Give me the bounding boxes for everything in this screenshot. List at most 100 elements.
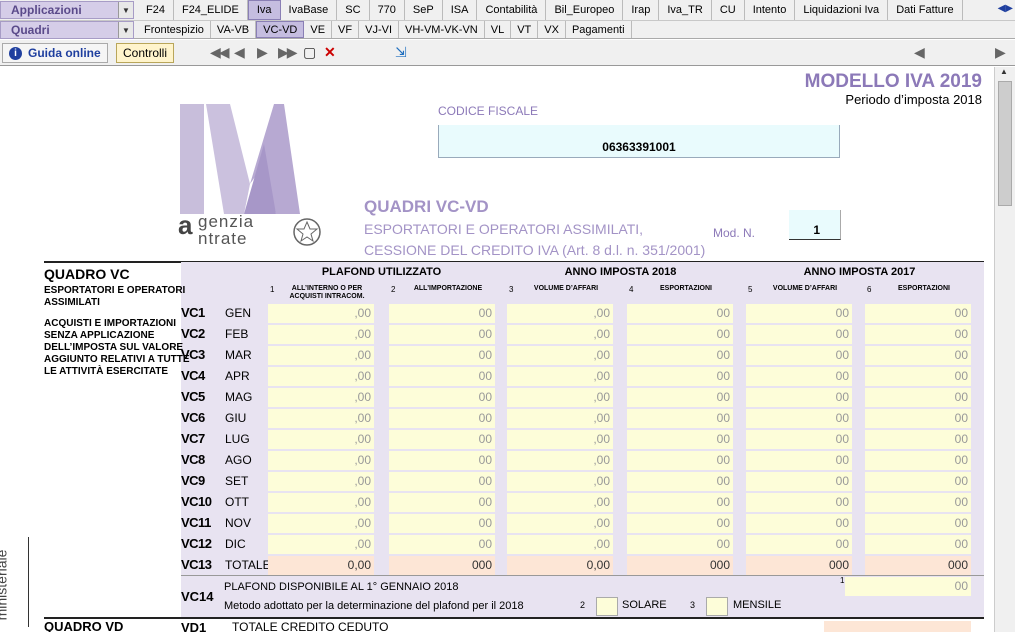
vc-cell[interactable]: 00 xyxy=(746,514,852,533)
vc-cell[interactable]: 00 xyxy=(865,493,971,512)
vc-cell[interactable]: 000 xyxy=(865,556,971,575)
vc-cell[interactable]: 00 xyxy=(627,535,733,554)
vc-cell[interactable]: 00 xyxy=(389,430,495,449)
vc-cell[interactable]: 00 xyxy=(389,409,495,428)
vc-cell[interactable]: 00 xyxy=(746,535,852,554)
vc-cell[interactable]: 00 xyxy=(865,451,971,470)
vc-cell[interactable]: 00 xyxy=(389,304,495,323)
scroll-left-icon[interactable]: ◀ xyxy=(914,44,925,61)
vc-cell[interactable]: 00 xyxy=(627,304,733,323)
tab-quadro-3[interactable]: VE xyxy=(304,21,333,38)
vc-cell[interactable]: 00 xyxy=(627,514,733,533)
tab-app-9[interactable]: Bil_Europeo xyxy=(546,0,624,20)
codice-fiscale-field[interactable]: 06363391001 xyxy=(438,125,840,158)
vc-cell[interactable]: 00 xyxy=(865,388,971,407)
vd1-value-field[interactable] xyxy=(824,621,971,632)
tab-quadro-5[interactable]: VJ-VI xyxy=(359,21,400,38)
tab-app-7[interactable]: ISA xyxy=(443,0,478,20)
prev-page-icon[interactable]: ◀ xyxy=(234,44,245,61)
vc-cell[interactable]: 00 xyxy=(746,493,852,512)
first-page-icon[interactable]: ◀◀ xyxy=(210,44,229,61)
vc-cell[interactable]: 0,00 xyxy=(268,556,374,575)
vc-cell[interactable]: 00 xyxy=(746,409,852,428)
vc-cell[interactable]: 00 xyxy=(865,430,971,449)
vc-cell[interactable]: ,00 xyxy=(268,472,374,491)
tab-app-14[interactable]: Liquidazioni Iva xyxy=(795,0,889,20)
tab-app-8[interactable]: Contabilità xyxy=(477,0,547,20)
vc-cell[interactable]: 00 xyxy=(627,493,733,512)
vc-cell[interactable]: 00 xyxy=(627,451,733,470)
vc-cell[interactable]: ,00 xyxy=(507,472,613,491)
tab-app-6[interactable]: SeP xyxy=(405,0,443,20)
scrollbar-thumb[interactable] xyxy=(998,81,1012,206)
plafond-value-field[interactable]: 00 xyxy=(845,577,971,596)
vc-cell[interactable]: 000 xyxy=(627,556,733,575)
vc-cell[interactable]: ,00 xyxy=(268,325,374,344)
vc-cell[interactable]: ,00 xyxy=(268,430,374,449)
vc-cell[interactable]: ,00 xyxy=(507,430,613,449)
vc-cell[interactable]: 0,00 xyxy=(507,556,613,575)
vc-cell[interactable]: 00 xyxy=(746,346,852,365)
vc-cell[interactable]: 00 xyxy=(746,430,852,449)
vc-cell[interactable]: ,00 xyxy=(268,388,374,407)
tab-quadro-7[interactable]: VL xyxy=(485,21,512,38)
vc-cell[interactable]: ,00 xyxy=(507,535,613,554)
tab-quadro-0[interactable]: Frontespizio xyxy=(138,21,211,38)
vc-cell[interactable]: 00 xyxy=(389,535,495,554)
applicazioni-select[interactable]: Applicazioni ▼ xyxy=(0,1,134,19)
tab-app-13[interactable]: Intento xyxy=(745,0,796,20)
vc-cell[interactable]: ,00 xyxy=(507,346,613,365)
vc-cell[interactable]: ,00 xyxy=(268,451,374,470)
vc-cell[interactable]: 00 xyxy=(389,325,495,344)
mensile-checkbox[interactable] xyxy=(706,597,728,616)
tab-quadro-9[interactable]: VX xyxy=(538,21,566,38)
solare-checkbox[interactable] xyxy=(596,597,618,616)
vc-cell[interactable]: ,00 xyxy=(507,325,613,344)
tab-scroll-arrows[interactable]: ◀▶ xyxy=(998,3,1013,14)
tab-quadro-6[interactable]: VH-VM-VK-VN xyxy=(399,21,485,38)
scroll-up-icon[interactable]: ▲ xyxy=(1000,67,1008,76)
vc-cell[interactable]: 00 xyxy=(865,514,971,533)
tab-quadro-1[interactable]: VA-VB xyxy=(211,21,257,38)
vc-cell[interactable]: 00 xyxy=(865,367,971,386)
tab-quadro-10[interactable]: Pagamenti xyxy=(566,21,632,38)
vc-cell[interactable]: ,00 xyxy=(507,493,613,512)
quadri-select[interactable]: Quadri ▼ xyxy=(0,21,134,39)
vc-cell[interactable]: 00 xyxy=(627,388,733,407)
vc-cell[interactable]: 00 xyxy=(627,367,733,386)
vc-cell[interactable]: 00 xyxy=(627,346,733,365)
vc-cell[interactable]: 00 xyxy=(389,367,495,386)
vc-cell[interactable]: 00 xyxy=(865,304,971,323)
vertical-scrollbar[interactable]: ▲ xyxy=(994,67,1015,632)
vc-cell[interactable]: ,00 xyxy=(268,409,374,428)
tab-app-3[interactable]: IvaBase xyxy=(281,0,338,20)
controlli-button[interactable]: Controlli xyxy=(116,43,175,63)
vc-cell[interactable]: 00 xyxy=(865,346,971,365)
last-page-icon[interactable]: ▶▶ xyxy=(278,44,297,61)
tab-app-4[interactable]: SC xyxy=(337,0,370,20)
modn-field[interactable]: 1 xyxy=(789,210,841,240)
vc-cell[interactable]: 00 xyxy=(746,451,852,470)
vc-cell[interactable]: 00 xyxy=(389,346,495,365)
new-page-icon[interactable]: ▢ xyxy=(303,44,316,61)
vc-cell[interactable]: ,00 xyxy=(268,346,374,365)
tab-quadro-2[interactable]: VC-VD xyxy=(256,21,305,38)
tab-app-15[interactable]: Dati Fatture xyxy=(888,0,963,20)
vc-cell[interactable]: ,00 xyxy=(268,493,374,512)
vc-cell[interactable]: ,00 xyxy=(507,451,613,470)
vc-cell[interactable]: 00 xyxy=(627,325,733,344)
vc-cell[interactable]: ,00 xyxy=(507,367,613,386)
tab-app-12[interactable]: CU xyxy=(712,0,745,20)
arrow-right-icon[interactable]: ▶ xyxy=(1005,3,1013,14)
vc-cell[interactable]: 00 xyxy=(865,409,971,428)
scroll-right-icon[interactable]: ▶ xyxy=(995,44,1006,61)
vc-cell[interactable]: 00 xyxy=(865,325,971,344)
vc-cell[interactable]: 00 xyxy=(389,472,495,491)
vc-cell[interactable]: 000 xyxy=(389,556,495,575)
vc-cell[interactable]: ,00 xyxy=(268,535,374,554)
tab-app-10[interactable]: Irap xyxy=(623,0,660,20)
vc-cell[interactable]: ,00 xyxy=(507,388,613,407)
tab-app-0[interactable]: F24 xyxy=(138,0,174,20)
vc-cell[interactable]: ,00 xyxy=(507,409,613,428)
vc-cell[interactable]: 00 xyxy=(389,514,495,533)
